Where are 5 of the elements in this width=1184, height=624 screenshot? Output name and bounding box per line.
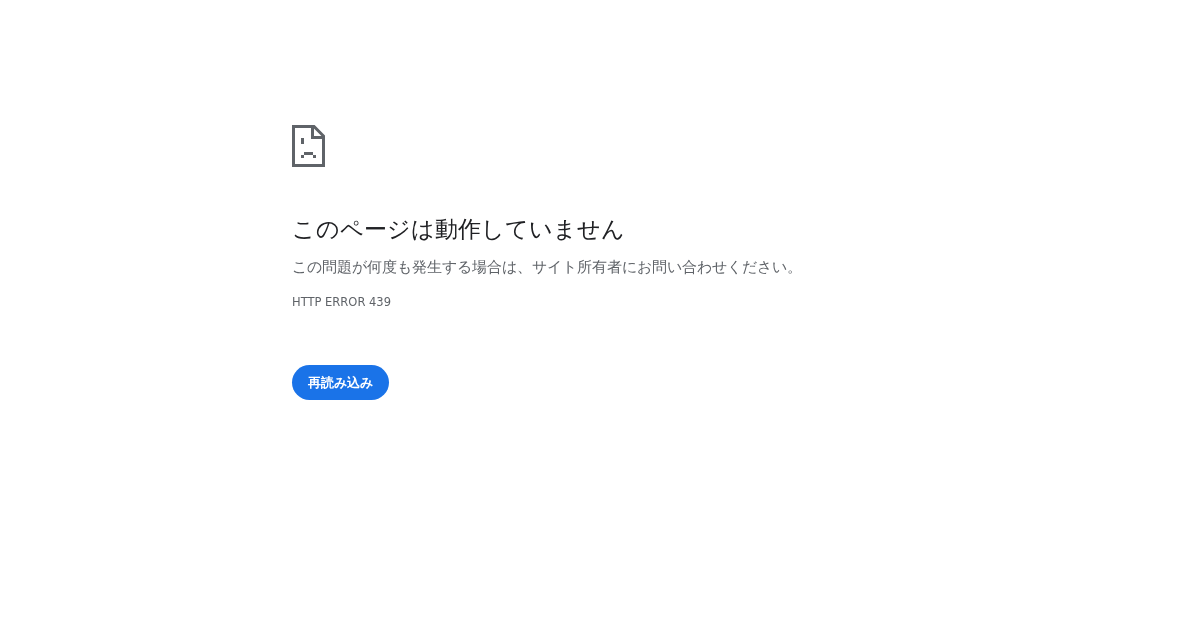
error-message: この問題が何度も発生する場合は、サイト所有者にお問い合わせください。 [292, 257, 802, 277]
sad-page-icon [292, 125, 325, 167]
reload-button[interactable]: 再読み込み [292, 365, 389, 400]
error-heading: このページは動作していません [292, 215, 625, 244]
error-code: HTTP ERROR 439 [292, 294, 391, 310]
